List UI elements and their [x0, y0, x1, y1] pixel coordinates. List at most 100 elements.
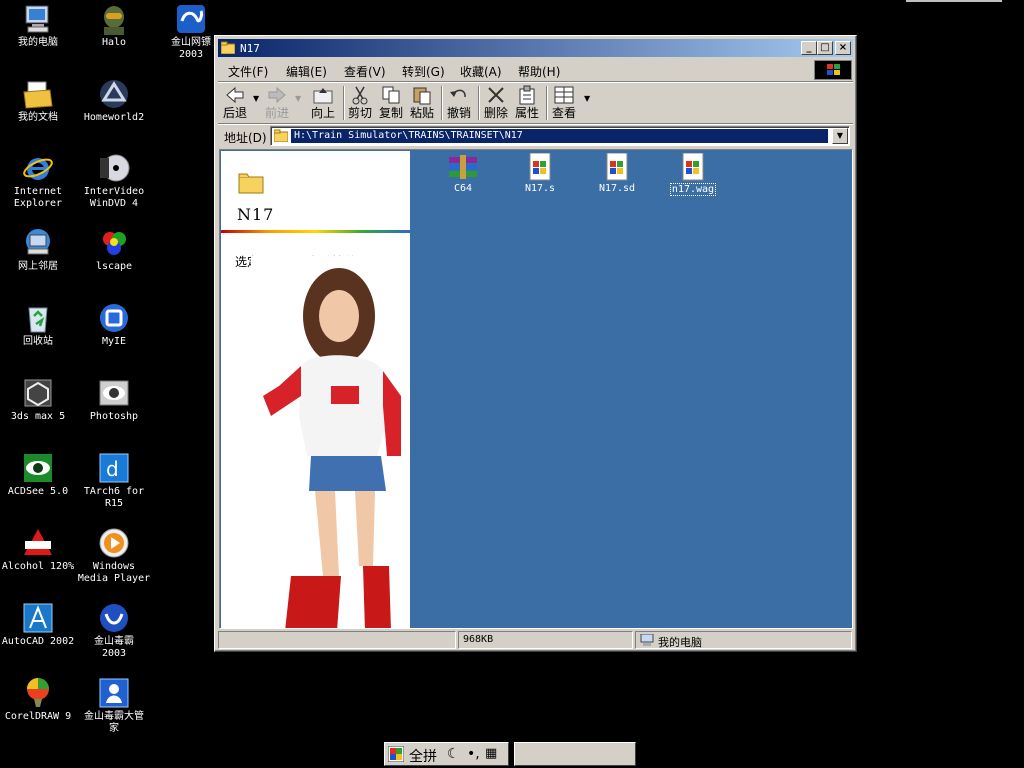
back-dropdown-icon[interactable]: ▼	[253, 94, 259, 103]
desktop-icon-lscape[interactable]: lscape	[76, 227, 152, 273]
close-icon: ×	[838, 42, 848, 53]
desktop-icon-3dsmax[interactable]: 3ds max 5	[0, 377, 76, 423]
color-divider	[221, 230, 410, 233]
back-button[interactable]: 后退	[220, 84, 250, 122]
windows-file-icon	[678, 152, 708, 181]
delete-button[interactable]: 删除	[481, 84, 511, 122]
acdsee-icon	[22, 452, 54, 484]
file-label: C64	[453, 183, 473, 194]
desktop-icon-kingsoft-mgr[interactable]: 金山毒霸大管 家	[76, 677, 152, 735]
address-input[interactable]: H:\Train Simulator\TRAINS\TRAINSET\N17 ▼	[270, 126, 850, 146]
media-player-icon	[98, 527, 130, 559]
folder-icon	[220, 41, 236, 55]
file-item-c64[interactable]: C64	[428, 153, 498, 194]
network-icon	[22, 227, 54, 259]
views-dropdown-icon[interactable]: ▼	[584, 94, 590, 103]
cut-button[interactable]: 剪切	[345, 84, 375, 122]
moon-icon[interactable]: ☾	[447, 746, 460, 762]
homeworld-icon	[98, 78, 130, 110]
file-label: N17.sd	[598, 183, 636, 194]
desktop-icon-label: 网上邻居	[18, 261, 58, 272]
desktop-icon-label: CorelDRAW 9	[4, 711, 72, 722]
scissors-icon	[349, 85, 371, 105]
desktop-icon-coreldraw[interactable]: CorelDRAW 9	[0, 677, 76, 723]
desktop-icon-label: 我的电脑	[18, 37, 58, 48]
desktop-icon-tarch[interactable]: d TArch6 for R15	[76, 452, 152, 510]
toolbar-separator	[478, 86, 480, 120]
desktop-icon-halo[interactable]: Halo	[76, 3, 152, 49]
tarch-icon: d	[98, 452, 130, 484]
taskbar-button[interactable]	[514, 742, 636, 766]
myie-icon	[98, 302, 130, 334]
desktop-icon-kingsoft-av[interactable]: 金山毒霸 2003	[76, 602, 152, 660]
desktop-icon-network[interactable]: 网上邻居	[0, 227, 76, 273]
file-item-n17-wag[interactable]: n17.wag	[658, 152, 728, 196]
address-value: H:\Train Simulator\TRAINS\TRAINSET\N17	[291, 129, 828, 143]
menu-favorites[interactable]: 收藏(A)	[460, 63, 502, 80]
desktop-icon-label: TArch6 for R15	[83, 486, 145, 509]
desktop-icon-label: InterVideo WinDVD 4	[83, 186, 145, 209]
computer-icon	[640, 633, 654, 646]
status-object-count	[218, 631, 456, 649]
menu-file[interactable]: 文件(F)	[228, 63, 268, 80]
svg-text:d: d	[106, 457, 119, 481]
maximize-icon: □	[820, 42, 830, 53]
file-item-n17-s[interactable]: N17.s	[505, 152, 575, 194]
minimize-icon: _	[806, 42, 812, 53]
desktop-icon-label: ACDSee 5.0	[7, 486, 69, 497]
desktop-icon-my-documents[interactable]: 我的文档	[0, 78, 76, 124]
dvd-icon	[98, 152, 130, 184]
file-item-n17-sd[interactable]: N17.sd	[582, 152, 652, 194]
address-dropdown-button[interactable]: ▼	[832, 128, 848, 144]
desktop-icon-internet-explorer[interactable]: Internet Explorer	[0, 152, 76, 210]
alcohol-icon	[22, 527, 54, 559]
desktop-icon-recycle-bin[interactable]: 回收站	[0, 302, 76, 348]
forward-dropdown-icon[interactable]: ▼	[295, 94, 301, 103]
menu-edit[interactable]: 编辑(E)	[286, 63, 327, 80]
window-title: N17	[240, 42, 260, 55]
top-edge-bar	[906, 0, 1002, 2]
minimize-button[interactable]: _	[801, 41, 817, 55]
desktop-icon-wmp[interactable]: Windows Media Player	[76, 527, 152, 585]
menu-help[interactable]: 帮助(H)	[518, 63, 560, 80]
maximize-button[interactable]: □	[817, 41, 833, 55]
windows-file-icon	[602, 152, 632, 181]
menu-separator	[218, 81, 853, 83]
keyboard-icon[interactable]: ▦	[485, 746, 497, 761]
paste-button[interactable]: 粘贴	[407, 84, 437, 122]
views-button[interactable]: 查看	[549, 84, 579, 122]
punctuation-icon[interactable]: •,	[467, 746, 480, 762]
copy-button[interactable]: 复制	[376, 84, 406, 122]
undo-button[interactable]: 撤销	[444, 84, 474, 122]
desktop-icon-intervideo[interactable]: InterVideo WinDVD 4	[76, 152, 152, 210]
desktop-icon-myie[interactable]: MyIE	[76, 302, 152, 348]
address-label: 地址(D)	[224, 131, 267, 145]
properties-button[interactable]: 属性	[512, 84, 542, 122]
lscape-icon	[98, 227, 130, 259]
up-folder-icon	[312, 85, 334, 105]
desktop-icon-label: 3ds max 5	[10, 411, 66, 422]
desktop-icon-label: 金山毒霸大管 家	[84, 711, 144, 734]
desktop-icon-my-computer[interactable]: 我的电脑	[0, 3, 76, 49]
forward-button[interactable]: 前进	[262, 84, 292, 122]
undo-icon	[448, 85, 470, 105]
desktop-icon-alcohol[interactable]: Alcohol 120%	[0, 527, 76, 573]
toolbar-separator	[441, 86, 443, 120]
desktop-icon-autocad[interactable]: AutoCAD 2002	[0, 602, 76, 648]
ime-mode-label[interactable]: 全拼	[409, 746, 437, 766]
computer-icon	[22, 3, 54, 35]
window-titlebar[interactable]: N17 _ □ ×	[218, 39, 853, 57]
desktop-icon-label: lscape	[95, 261, 133, 272]
close-button[interactable]: ×	[835, 41, 851, 55]
desktop-icon-label: 金山毒霸 2003	[94, 636, 134, 659]
desktop-icon-photoshop[interactable]: Photoshp	[76, 377, 152, 423]
up-button[interactable]: 向上	[308, 84, 338, 122]
desktop-icon-homeworld2[interactable]: Homeworld2	[76, 78, 152, 124]
desktop: 我的电脑 Halo 金山网镖 2003 我的文档 Homeworld2 Inte…	[0, 0, 1024, 768]
desktop-icon-acdsee[interactable]: ACDSee 5.0	[0, 452, 76, 498]
ime-logo-icon[interactable]	[387, 745, 405, 763]
status-location-label: 我的电脑	[658, 636, 702, 649]
menu-view[interactable]: 查看(V)	[344, 63, 386, 80]
menu-goto[interactable]: 转到(G)	[402, 63, 445, 80]
windows-logo-icon	[814, 60, 852, 80]
